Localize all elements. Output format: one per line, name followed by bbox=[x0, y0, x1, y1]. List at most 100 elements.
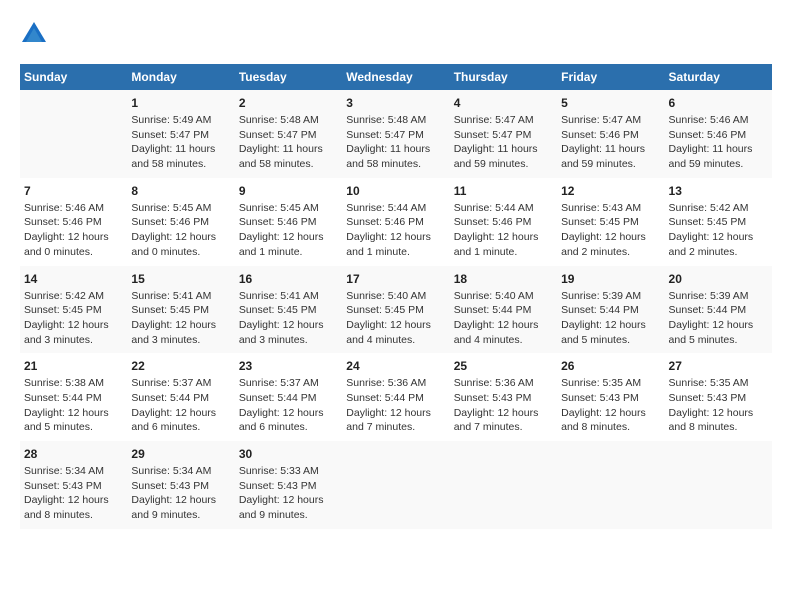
day-number: 25 bbox=[454, 359, 553, 373]
calendar-cell: 28 Sunrise: 5:34 AM Sunset: 5:43 PM Dayli… bbox=[20, 441, 127, 529]
header-day-friday: Friday bbox=[557, 64, 664, 90]
calendar-cell bbox=[342, 441, 449, 529]
day-info: Sunrise: 5:33 AM Sunset: 5:43 PM Dayligh… bbox=[239, 464, 338, 523]
day-number: 12 bbox=[561, 184, 660, 198]
day-number: 3 bbox=[346, 96, 445, 110]
day-info: Sunrise: 5:39 AM Sunset: 5:44 PM Dayligh… bbox=[561, 289, 660, 348]
day-info: Sunrise: 5:35 AM Sunset: 5:43 PM Dayligh… bbox=[669, 376, 768, 435]
calendar-cell: 29Sunrise: 5:34 AM Sunset: 5:43 PM Dayli… bbox=[127, 441, 234, 529]
day-info: Sunrise: 5:45 AM Sunset: 5:46 PM Dayligh… bbox=[239, 201, 338, 260]
day-info: Sunrise: 5:35 AM Sunset: 5:43 PM Dayligh… bbox=[561, 376, 660, 435]
day-number: 10 bbox=[346, 184, 445, 198]
day-info: Sunrise: 5:45 AM Sunset: 5:46 PM Dayligh… bbox=[131, 201, 230, 260]
day-info: Sunrise: 5:39 AM Sunset: 5:44 PM Dayligh… bbox=[669, 289, 768, 348]
day-info: Sunrise: 5:42 AM Sunset: 5:45 PM Dayligh… bbox=[669, 201, 768, 260]
calendar-week-0: 1 Sunrise: 5:49 AM Sunset: 5:47 PM Daylig… bbox=[20, 90, 772, 178]
calendar-cell: 5 Sunrise: 5:47 AM Sunset: 5:46 PM Daylig… bbox=[557, 90, 664, 178]
day-info: Sunrise: 5:44 AM Sunset: 5:46 PM Dayligh… bbox=[454, 201, 553, 260]
calendar-header: SundayMondayTuesdayWednesdayThursdayFrid… bbox=[20, 64, 772, 90]
calendar-cell: 12 Sunrise: 5:43 AM Sunset: 5:45 PM Dayli… bbox=[557, 178, 664, 266]
day-number: 7 bbox=[24, 184, 123, 198]
calendar-cell: 27 Sunrise: 5:35 AM Sunset: 5:43 PM Dayli… bbox=[665, 353, 772, 441]
day-number: 1 bbox=[131, 96, 230, 110]
header-day-wednesday: Wednesday bbox=[342, 64, 449, 90]
header-day-saturday: Saturday bbox=[665, 64, 772, 90]
calendar-cell: 25 Sunrise: 5:36 AM Sunset: 5:43 PM Dayli… bbox=[450, 353, 557, 441]
calendar-cell: 16 Sunrise: 5:41 AM Sunset: 5:45 PM Dayli… bbox=[235, 266, 342, 354]
calendar-cell: 18 Sunrise: 5:40 AM Sunset: 5:44 PM Dayli… bbox=[450, 266, 557, 354]
day-number: 9 bbox=[239, 184, 338, 198]
day-number: 22 bbox=[131, 359, 230, 373]
day-number: 16 bbox=[239, 272, 338, 286]
calendar-cell: 6Sunrise: 5:46 AM Sunset: 5:46 PM Daylig… bbox=[665, 90, 772, 178]
day-number: 15 bbox=[131, 272, 230, 286]
day-info: Sunrise: 5:46 AM Sunset: 5:46 PM Dayligh… bbox=[669, 113, 768, 172]
calendar-cell: 21 Sunrise: 5:38 AM Sunset: 5:44 PM Dayli… bbox=[20, 353, 127, 441]
day-number: 19 bbox=[561, 272, 660, 286]
day-number: 14 bbox=[24, 272, 123, 286]
day-number: 28 bbox=[24, 447, 123, 461]
calendar-cell: 10 Sunrise: 5:44 AM Sunset: 5:46 PM Dayli… bbox=[342, 178, 449, 266]
calendar-cell: 11Sunrise: 5:44 AM Sunset: 5:46 PM Dayli… bbox=[450, 178, 557, 266]
calendar-cell: 7 Sunrise: 5:46 AM Sunset: 5:46 PM Daylig… bbox=[20, 178, 127, 266]
day-info: Sunrise: 5:43 AM Sunset: 5:45 PM Dayligh… bbox=[561, 201, 660, 260]
day-info: Sunrise: 5:34 AM Sunset: 5:43 PM Dayligh… bbox=[131, 464, 230, 523]
calendar-cell bbox=[665, 441, 772, 529]
calendar-week-3: 21 Sunrise: 5:38 AM Sunset: 5:44 PM Dayli… bbox=[20, 353, 772, 441]
day-info: Sunrise: 5:48 AM Sunset: 5:47 PM Dayligh… bbox=[239, 113, 338, 172]
calendar-cell: 30 Sunrise: 5:33 AM Sunset: 5:43 PM Dayli… bbox=[235, 441, 342, 529]
day-number: 8 bbox=[131, 184, 230, 198]
day-info: Sunrise: 5:47 AM Sunset: 5:46 PM Dayligh… bbox=[561, 113, 660, 172]
day-number: 23 bbox=[239, 359, 338, 373]
calendar-cell bbox=[450, 441, 557, 529]
logo bbox=[20, 20, 52, 48]
day-info: Sunrise: 5:46 AM Sunset: 5:46 PM Dayligh… bbox=[24, 201, 123, 260]
calendar-cell: 14 Sunrise: 5:42 AM Sunset: 5:45 PM Dayli… bbox=[20, 266, 127, 354]
day-info: Sunrise: 5:48 AM Sunset: 5:47 PM Dayligh… bbox=[346, 113, 445, 172]
day-info: Sunrise: 5:44 AM Sunset: 5:46 PM Dayligh… bbox=[346, 201, 445, 260]
calendar-cell: 4Sunrise: 5:47 AM Sunset: 5:47 PM Daylig… bbox=[450, 90, 557, 178]
header-day-sunday: Sunday bbox=[20, 64, 127, 90]
day-number: 5 bbox=[561, 96, 660, 110]
calendar-week-4: 28 Sunrise: 5:34 AM Sunset: 5:43 PM Dayli… bbox=[20, 441, 772, 529]
day-number: 13 bbox=[669, 184, 768, 198]
day-info: Sunrise: 5:49 AM Sunset: 5:47 PM Dayligh… bbox=[131, 113, 230, 172]
day-info: Sunrise: 5:41 AM Sunset: 5:45 PM Dayligh… bbox=[131, 289, 230, 348]
day-number: 4 bbox=[454, 96, 553, 110]
header-row: SundayMondayTuesdayWednesdayThursdayFrid… bbox=[20, 64, 772, 90]
day-info: Sunrise: 5:40 AM Sunset: 5:44 PM Dayligh… bbox=[454, 289, 553, 348]
calendar-table: SundayMondayTuesdayWednesdayThursdayFrid… bbox=[20, 64, 772, 529]
day-info: Sunrise: 5:40 AM Sunset: 5:45 PM Dayligh… bbox=[346, 289, 445, 348]
calendar-body: 1 Sunrise: 5:49 AM Sunset: 5:47 PM Daylig… bbox=[20, 90, 772, 529]
calendar-cell: 2 Sunrise: 5:48 AM Sunset: 5:47 PM Daylig… bbox=[235, 90, 342, 178]
calendar-cell: 15 Sunrise: 5:41 AM Sunset: 5:45 PM Dayli… bbox=[127, 266, 234, 354]
day-number: 24 bbox=[346, 359, 445, 373]
header-day-tuesday: Tuesday bbox=[235, 64, 342, 90]
day-info: Sunrise: 5:42 AM Sunset: 5:45 PM Dayligh… bbox=[24, 289, 123, 348]
calendar-cell bbox=[20, 90, 127, 178]
day-info: Sunrise: 5:41 AM Sunset: 5:45 PM Dayligh… bbox=[239, 289, 338, 348]
day-number: 30 bbox=[239, 447, 338, 461]
day-info: Sunrise: 5:34 AM Sunset: 5:43 PM Dayligh… bbox=[24, 464, 123, 523]
day-number: 18 bbox=[454, 272, 553, 286]
day-number: 20 bbox=[669, 272, 768, 286]
day-info: Sunrise: 5:37 AM Sunset: 5:44 PM Dayligh… bbox=[239, 376, 338, 435]
day-number: 17 bbox=[346, 272, 445, 286]
day-number: 26 bbox=[561, 359, 660, 373]
day-info: Sunrise: 5:38 AM Sunset: 5:44 PM Dayligh… bbox=[24, 376, 123, 435]
day-number: 27 bbox=[669, 359, 768, 373]
day-info: Sunrise: 5:36 AM Sunset: 5:43 PM Dayligh… bbox=[454, 376, 553, 435]
logo-icon bbox=[20, 20, 48, 48]
calendar-cell bbox=[557, 441, 664, 529]
calendar-cell: 22Sunrise: 5:37 AM Sunset: 5:44 PM Dayli… bbox=[127, 353, 234, 441]
day-number: 2 bbox=[239, 96, 338, 110]
calendar-cell: 26 Sunrise: 5:35 AM Sunset: 5:43 PM Dayli… bbox=[557, 353, 664, 441]
header-day-thursday: Thursday bbox=[450, 64, 557, 90]
calendar-week-1: 7 Sunrise: 5:46 AM Sunset: 5:46 PM Daylig… bbox=[20, 178, 772, 266]
calendar-cell: 1 Sunrise: 5:49 AM Sunset: 5:47 PM Daylig… bbox=[127, 90, 234, 178]
day-number: 21 bbox=[24, 359, 123, 373]
calendar-cell: 13 Sunrise: 5:42 AM Sunset: 5:45 PM Dayli… bbox=[665, 178, 772, 266]
calendar-cell: 9 Sunrise: 5:45 AM Sunset: 5:46 PM Daylig… bbox=[235, 178, 342, 266]
calendar-cell: 23 Sunrise: 5:37 AM Sunset: 5:44 PM Dayli… bbox=[235, 353, 342, 441]
calendar-cell: 8 Sunrise: 5:45 AM Sunset: 5:46 PM Daylig… bbox=[127, 178, 234, 266]
